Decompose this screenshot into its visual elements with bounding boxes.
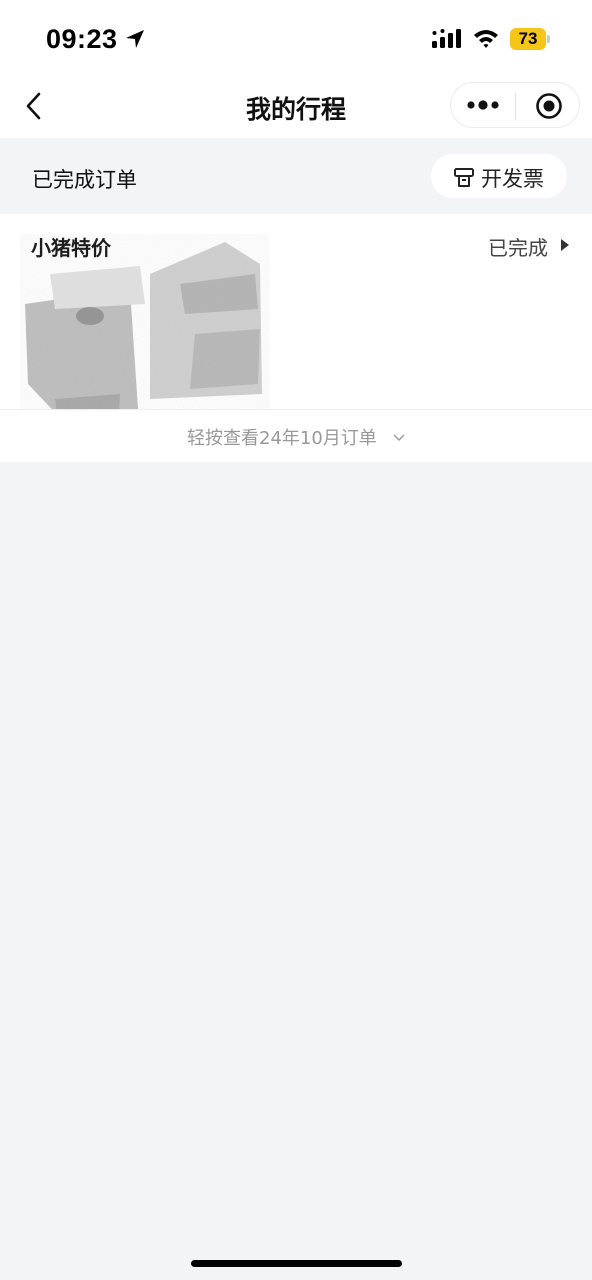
expand-row[interactable]: 轻按查看24年10月订单: [0, 410, 592, 462]
battery-tip: [547, 35, 550, 43]
expand-label: 轻按查看24年10月订单: [187, 428, 377, 449]
caret-right-icon: [561, 239, 569, 251]
location-arrow-icon: [126, 30, 144, 48]
section-title: 已完成订单: [32, 168, 137, 192]
status-time: 09:23: [46, 24, 118, 54]
battery-icon: 73: [510, 28, 550, 50]
mini-program-capsule: [450, 82, 580, 128]
target-circle-icon[interactable]: [535, 92, 563, 120]
order-status: 已完成: [488, 236, 548, 260]
cellular-signal-icon: [432, 29, 461, 48]
order-card[interactable]: 小猪特价 已完成: [0, 214, 592, 454]
battery-level: 73: [518, 29, 538, 48]
capsule-divider: [515, 93, 516, 119]
status-bar: 09:23 73: [0, 0, 592, 78]
invoice-button-label: 开发票: [481, 167, 544, 191]
chevron-down-icon: [393, 434, 405, 441]
wifi-icon: [474, 30, 498, 48]
invoice-printer-icon: [454, 168, 474, 187]
nav-bar: 我的行程: [0, 78, 592, 138]
invoice-button[interactable]: 开发票: [431, 154, 567, 198]
section-header: 已完成订单 开发票: [0, 138, 592, 214]
home-indicator[interactable]: [191, 1260, 402, 1267]
more-dots-icon[interactable]: [465, 95, 501, 115]
